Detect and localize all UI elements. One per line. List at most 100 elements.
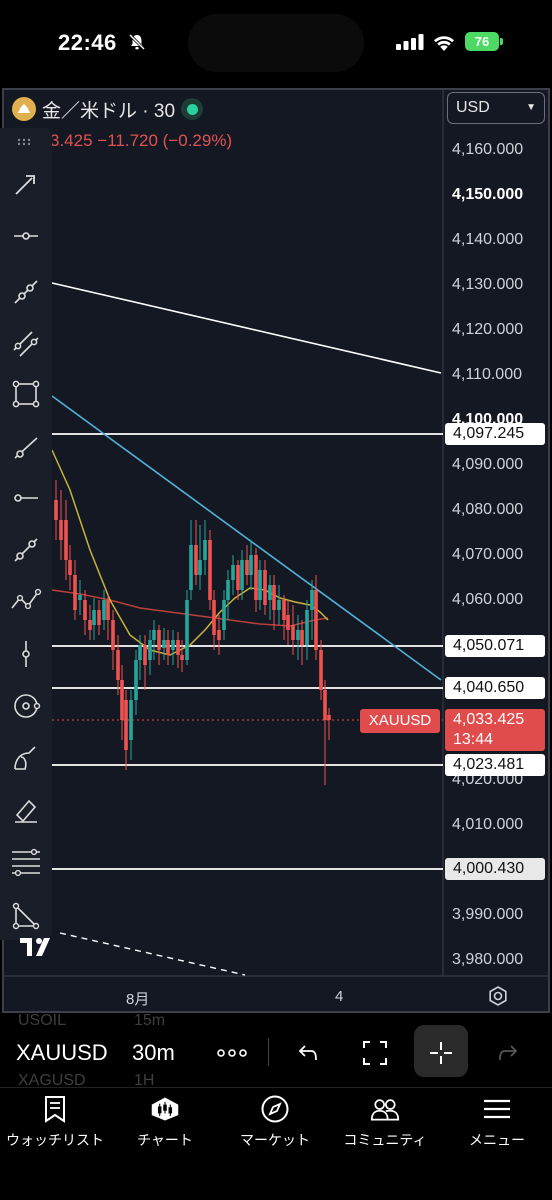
circle-tool-icon[interactable] bbox=[6, 686, 46, 726]
price-axis-label: 4,160.000 bbox=[452, 141, 524, 158]
price-change: 3.425 −11.720 (−0.29%) bbox=[50, 131, 233, 150]
candle-body bbox=[226, 580, 230, 600]
chart-settings-icon[interactable] bbox=[486, 984, 510, 1008]
chart-icon bbox=[150, 1094, 180, 1124]
trendline-upper bbox=[51, 282, 442, 374]
price-axis-label: 4,080.000 bbox=[452, 501, 524, 518]
brush-tool-icon[interactable] bbox=[6, 738, 46, 778]
toolbar-separator bbox=[268, 1038, 269, 1066]
tab-label: チャート bbox=[137, 1132, 193, 1148]
bar-countdown: 13:44 bbox=[453, 731, 494, 748]
candle-body bbox=[124, 700, 128, 750]
symbol-button[interactable]: XAUUSD bbox=[16, 1040, 108, 1066]
tradingview-logo-icon bbox=[20, 938, 50, 956]
tab-label: メニュー bbox=[469, 1132, 525, 1148]
fib-retracement-tool-icon[interactable] bbox=[6, 842, 46, 882]
time-axis-label: 4 bbox=[335, 988, 344, 1005]
current-price-tag[interactable]: 4,033.425 13:44 bbox=[445, 709, 545, 751]
candle-body bbox=[327, 715, 331, 720]
candle-body bbox=[83, 600, 87, 620]
price-axis-label: 4,110.000 bbox=[452, 366, 522, 383]
candle-body bbox=[198, 560, 202, 575]
candle-body bbox=[129, 700, 133, 740]
level-tag-4040[interactable]: 4,040.650 bbox=[445, 677, 545, 699]
level-tag-4023[interactable]: 4,023.481 bbox=[445, 754, 545, 776]
undo-icon[interactable] bbox=[290, 1035, 326, 1071]
path-tool-icon[interactable] bbox=[6, 580, 46, 620]
price-axis-label: 3,980.000 bbox=[452, 951, 524, 968]
candle-body bbox=[59, 520, 63, 540]
current-price-value: 4,033.425 bbox=[453, 711, 525, 728]
price-axis-label: 4,130.000 bbox=[452, 276, 524, 293]
tab-markets[interactable]: マーケット bbox=[220, 1094, 330, 1154]
fullscreen-icon[interactable] bbox=[357, 1035, 393, 1071]
tab-menu[interactable]: メニュー bbox=[442, 1094, 552, 1154]
price-axis-label: 4,150.000 bbox=[452, 186, 524, 203]
tab-label: コミュニティ bbox=[343, 1132, 427, 1148]
candle-body bbox=[97, 610, 101, 625]
parallel-channel-tool-icon[interactable] bbox=[6, 324, 46, 364]
extended-line-tool-icon[interactable] bbox=[6, 530, 46, 570]
candle-body bbox=[78, 595, 82, 600]
candle-body bbox=[143, 645, 147, 665]
menu-icon bbox=[482, 1094, 512, 1124]
bookmark-icon bbox=[40, 1094, 70, 1124]
candle-body bbox=[291, 625, 295, 640]
candle-body bbox=[134, 660, 138, 700]
rectangle-tool-icon[interactable] bbox=[6, 374, 46, 414]
interval-button[interactable]: 30m bbox=[132, 1040, 175, 1066]
tab-community[interactable]: コミュニティ bbox=[330, 1094, 440, 1154]
triangle-pattern-tool-icon[interactable] bbox=[6, 896, 46, 936]
symbol-header[interactable]: 金／米ドル · 30 bbox=[12, 96, 204, 122]
candle-body bbox=[162, 640, 166, 648]
candle-body bbox=[166, 640, 170, 655]
candle-body bbox=[314, 590, 318, 650]
horizontal-line-tool-icon[interactable] bbox=[6, 216, 46, 256]
price-axis-label: 4,120.000 bbox=[452, 321, 524, 338]
tab-label: ウォッチリスト bbox=[6, 1132, 104, 1148]
candle-body bbox=[203, 540, 207, 560]
drag-handle-icon[interactable] bbox=[6, 132, 46, 152]
currency-select[interactable]: USD ▼ bbox=[447, 92, 545, 124]
price-axis-label: 4,010.000 bbox=[452, 816, 524, 833]
candle-body bbox=[111, 620, 115, 650]
time-axis-label: 8月 bbox=[126, 991, 150, 1008]
redo-icon[interactable] bbox=[490, 1035, 526, 1071]
trendline-dashed bbox=[59, 932, 246, 976]
level-tag-4097[interactable]: 4,097.245 bbox=[445, 423, 545, 445]
highlighter-tool-icon[interactable] bbox=[6, 790, 46, 830]
candle-body bbox=[254, 555, 258, 600]
candle-body bbox=[208, 540, 212, 600]
level-tag-4000[interactable]: 4,000.430 bbox=[445, 858, 545, 880]
candle-body bbox=[176, 640, 180, 655]
candle-body bbox=[300, 630, 304, 645]
candle-body bbox=[240, 560, 244, 590]
drawing-toolbar bbox=[0, 128, 52, 940]
candle-body bbox=[212, 600, 216, 635]
horizontal-ray-tool-icon[interactable] bbox=[6, 478, 46, 518]
trend-line-tool-icon[interactable] bbox=[6, 272, 46, 312]
tab-chart[interactable]: チャート bbox=[110, 1094, 220, 1154]
price-axis-label: 4,070.000 bbox=[452, 546, 524, 563]
candle-body bbox=[88, 620, 92, 630]
symbol-title: 金／米ドル · 30 bbox=[42, 100, 176, 122]
candle-body bbox=[106, 600, 110, 620]
vertical-line-tool-icon[interactable] bbox=[6, 634, 46, 674]
price-axis-label: 3,990.000 bbox=[452, 906, 524, 923]
price-axis-label: 4,060.000 bbox=[452, 591, 524, 608]
candle-body bbox=[102, 600, 106, 620]
crosshair-icon[interactable] bbox=[423, 1035, 459, 1071]
compass-icon bbox=[260, 1094, 290, 1124]
chevron-down-icon: ▼ bbox=[526, 102, 536, 113]
symbol-price-label: XAUUSD bbox=[360, 709, 440, 733]
more-options-icon[interactable] bbox=[214, 1035, 250, 1071]
arrow-tool-icon[interactable] bbox=[6, 164, 46, 204]
level-tag-4050[interactable]: 4,050.071 bbox=[445, 635, 545, 657]
candle-body bbox=[73, 575, 77, 610]
candle-body bbox=[222, 600, 226, 630]
ray-tool-icon[interactable] bbox=[6, 428, 46, 468]
candle-body bbox=[231, 565, 235, 580]
tab-watchlist[interactable]: ウォッチリスト bbox=[0, 1094, 110, 1154]
ghost-row-text: 15m bbox=[134, 1012, 166, 1029]
tab-label: マーケット bbox=[240, 1132, 310, 1148]
